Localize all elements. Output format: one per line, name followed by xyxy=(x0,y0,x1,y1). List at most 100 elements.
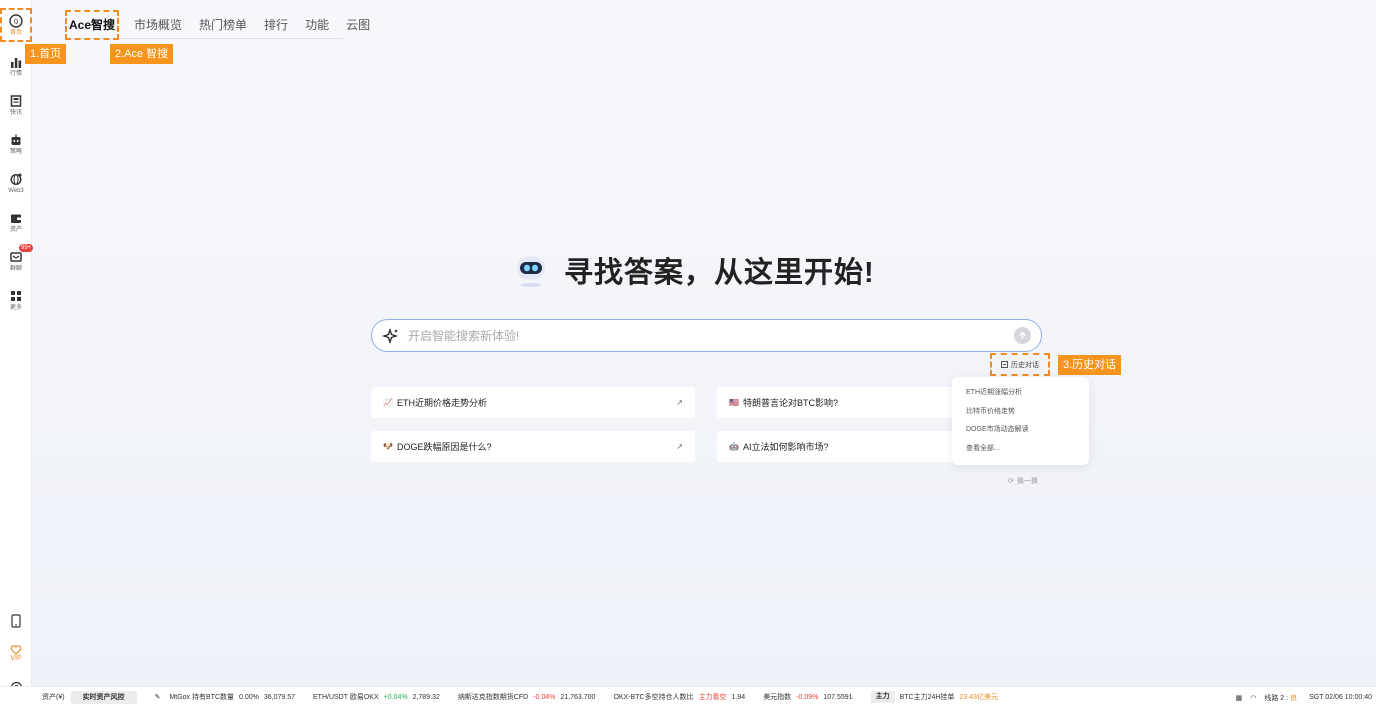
sparkle-icon xyxy=(382,327,399,344)
wifi-icon: ◠ xyxy=(1250,694,1257,702)
tab-market-overview[interactable]: 市场概览 xyxy=(134,12,182,38)
ticker-usd-pct: -0.09% xyxy=(796,693,819,701)
tab-hot-list[interactable]: 热门榜单 xyxy=(199,12,247,38)
ticker-okx-label[interactable]: OKX-BTC多空持仓人数比 xyxy=(613,692,693,702)
bar-chart-icon xyxy=(11,57,22,68)
refresh-label: 换一换 xyxy=(1016,478,1038,485)
suggestion-text: ETH近期价格走势分析 xyxy=(396,398,487,408)
sidebar-item-label: Web3 xyxy=(8,187,24,194)
flag-emoji-icon: 🇺🇸 xyxy=(729,398,739,407)
sidebar-item-more[interactable]: 更多 xyxy=(0,284,32,316)
robot-icon xyxy=(11,134,21,145)
sidebar-item-label: 更多 xyxy=(9,304,22,311)
history-button[interactable]: 历史对话 xyxy=(990,353,1050,376)
ticker-okx-value: 1.94 xyxy=(731,693,746,701)
ticker-mtgox-pct: 0.00% xyxy=(239,693,259,701)
history-item[interactable]: DOGE市场动态解读 xyxy=(966,421,1075,440)
ticker-eth-value: 2,789.32 xyxy=(412,693,440,701)
line-label[interactable]: 线路 2 : xyxy=(1264,693,1288,703)
send-button[interactable] xyxy=(1014,327,1031,344)
sidebar-item-label: 行情 xyxy=(9,70,22,77)
sidebar-item-assets[interactable]: 资产 xyxy=(0,206,32,238)
ticker-okx-tag: 主力看空 xyxy=(698,694,727,701)
suggestion-card[interactable]: 🤖 AI立法如何影响市场? xyxy=(717,431,957,462)
search-input[interactable] xyxy=(408,328,1014,343)
unread-badge: 99+ xyxy=(19,244,34,252)
wallet-icon xyxy=(11,214,21,223)
ticker-usd-value: 107.5591 xyxy=(823,693,853,701)
history-item[interactable]: 比特币价格走势 xyxy=(966,403,1075,422)
sidebar-item-web3[interactable]: Web3 xyxy=(0,167,32,199)
sidebar-item-label: 快讯 xyxy=(9,109,22,116)
suggestion-card[interactable]: 🐶 DOGE跌幅原因是什么? ↗ xyxy=(371,431,695,462)
main-force-tag: 主力 xyxy=(870,691,895,703)
sidebar: Q 首页 行情 快讯 策略 Web3 资产 群聊 99+ 更多 VIP xyxy=(0,0,34,694)
sidebar-item-label: 资产 xyxy=(9,226,22,233)
phone-icon xyxy=(11,614,21,628)
annotation-ace: 2.Ace 智搜 xyxy=(110,44,174,64)
annotation-home: 1.首页 xyxy=(25,44,67,64)
suggestion-card[interactable]: 🇺🇸 特朗普言论对BTC影响? xyxy=(717,387,957,418)
ticker-mtgox-label[interactable]: MtGox 持有BTC数量 xyxy=(169,692,234,702)
suggestion-text: 特朗普言论对BTC影响? xyxy=(742,398,838,408)
suggestion-text: DOGE跌幅原因是什么? xyxy=(396,442,492,452)
ai-robot-icon xyxy=(517,256,545,287)
refresh-button[interactable]: ⟳ 换一换 xyxy=(1008,476,1038,486)
risk-control-button[interactable]: 实时资产风控 xyxy=(70,690,137,704)
heart-icon xyxy=(10,645,22,655)
ticker-eth-label[interactable]: ETH/USDT 欧易OKX xyxy=(313,692,379,702)
globe-icon xyxy=(10,173,22,185)
history-item[interactable]: ETH近期涨幅分析 xyxy=(966,384,1075,403)
history-label: 历史对话 xyxy=(1011,361,1039,369)
ticker-btc-label[interactable]: BTC主力24H挂单 xyxy=(900,692,955,702)
search-bar xyxy=(371,319,1042,352)
calculator-icon[interactable]: ▦ xyxy=(1236,694,1243,702)
status-right: ▦ ◠ 线路 2 : 良 SGT 02/06 10:00:40 xyxy=(1236,687,1372,707)
ticker-nasdaq-pct: -0.04% xyxy=(533,693,556,701)
tab-ace-search[interactable]: Ace智搜 xyxy=(64,10,120,40)
tab-features[interactable]: 功能 xyxy=(305,12,329,38)
ticker-nasdaq-label[interactable]: 纳斯达克指数期货CFD xyxy=(458,692,528,702)
ticker-mtgox-value: 36,079.57 xyxy=(263,693,296,701)
arrow-up-icon xyxy=(1019,331,1026,339)
tab-ranking[interactable]: 排行 xyxy=(264,12,288,38)
history-dropdown: ETH近期涨幅分析 比特币价格走势 DOGE市场动态解读 查看全部... xyxy=(952,377,1089,465)
refresh-icon: ⟳ xyxy=(1008,478,1014,485)
vip-button[interactable]: VIP xyxy=(0,645,32,663)
tab-cloud-map[interactable]: 云图 xyxy=(346,12,370,38)
suggestion-text: AI立法如何影响市场? xyxy=(742,442,829,452)
clock: SGT 02/06 10:00:40 xyxy=(1309,694,1372,701)
asset-label: 资产(¥) xyxy=(42,694,65,701)
status-bar: 资产(¥) 实时资产风控 ✎ MtGox 持有BTC数量 0.00% 36,07… xyxy=(0,686,1376,707)
sidebar-item-chat[interactable]: 群聊 99+ xyxy=(0,244,34,277)
view-all-link[interactable]: 查看全部... xyxy=(966,440,1075,459)
page-title: 寻找答案，从这里开始! xyxy=(564,257,875,289)
sidebar-item-label: 群聊 xyxy=(9,265,22,272)
arrow-up-right-icon: ↗ xyxy=(676,442,683,451)
history-icon xyxy=(1001,361,1008,368)
ticker-eth-pct: +0.04% xyxy=(383,693,408,701)
annotation-history: 3.历史对话 xyxy=(1058,355,1122,375)
hero: 寻找答案，从这里开始! xyxy=(512,250,875,290)
ticker-btc-value: 23.43亿美元 xyxy=(959,694,998,701)
sidebar-item-strategy[interactable]: 策略 xyxy=(0,128,32,160)
ticker-usd-label[interactable]: 美元指数 xyxy=(763,692,791,702)
vip-label: VIP xyxy=(10,655,22,662)
sidebar-item-home[interactable]: Q 首页 xyxy=(0,8,32,42)
ticker-nasdaq-value: 21,763.700 xyxy=(560,693,596,701)
line-status: 良 xyxy=(1290,694,1298,702)
home-icon: Q xyxy=(9,13,23,28)
suggestion-card[interactable]: 📈 ETH近期价格走势分析 ↗ xyxy=(371,387,695,418)
grid-icon xyxy=(11,290,21,301)
mobile-app-button[interactable] xyxy=(0,614,32,628)
edit-icon[interactable]: ✎ xyxy=(155,693,161,701)
top-nav: Ace智搜 市场概览 热门榜单 排行 功能 云图 xyxy=(64,10,370,40)
sidebar-item-label: 策略 xyxy=(9,148,22,155)
sidebar-item-news[interactable]: 快讯 xyxy=(0,89,32,121)
chart-emoji-icon: 📈 xyxy=(383,398,393,407)
svg-text:Q: Q xyxy=(14,18,19,25)
arrow-up-right-icon: ↗ xyxy=(676,398,683,407)
sidebar-item-label: 首页 xyxy=(9,29,22,36)
robot-emoji-icon: 🤖 xyxy=(729,442,739,451)
news-icon xyxy=(10,94,22,107)
